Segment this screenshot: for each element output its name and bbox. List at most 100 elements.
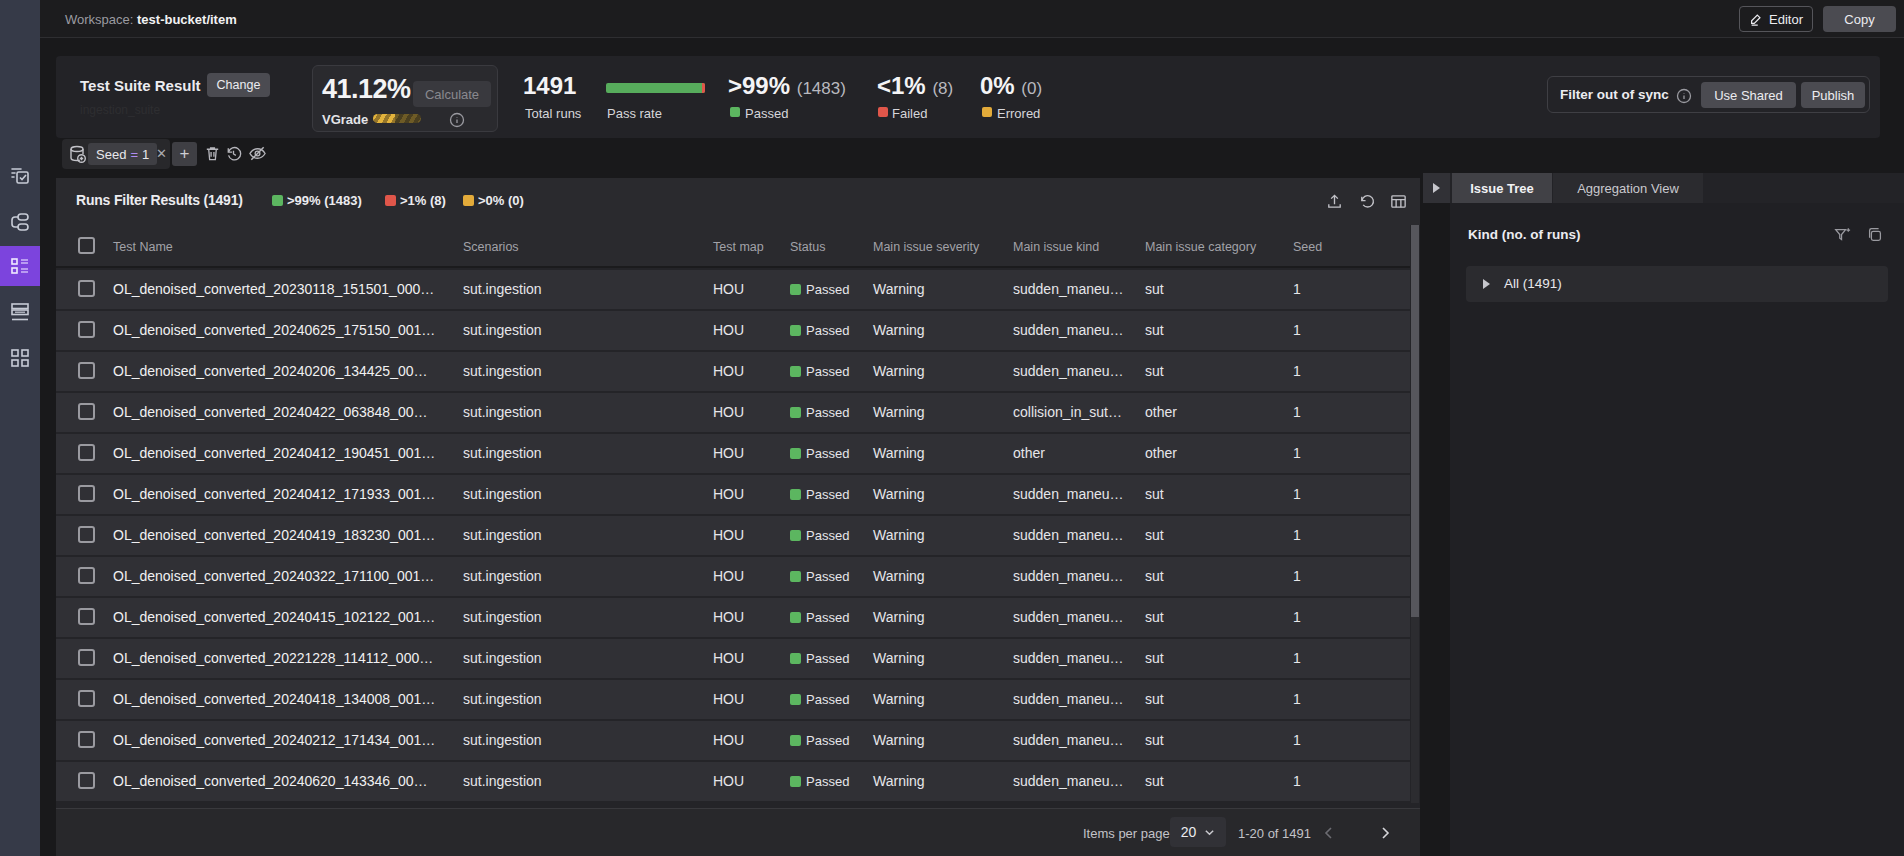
tab-aggregation-view[interactable]: Aggregation View (1553, 173, 1703, 203)
cell-kind: sudden_maneu… (1013, 281, 1124, 297)
pipeline-icon[interactable] (8, 210, 32, 234)
col-seed[interactable]: Seed (1293, 240, 1322, 254)
add-filter-button[interactable]: + (172, 142, 197, 166)
copy-button[interactable]: Copy (1823, 6, 1896, 32)
row-checkbox[interactable] (78, 280, 95, 297)
left-sidebar (0, 0, 40, 856)
grid-icon[interactable] (8, 346, 32, 370)
table-row[interactable]: OL_denoised_converted_20240625_175150_00… (56, 311, 1410, 350)
collapse-panel-button[interactable] (1423, 173, 1450, 203)
change-button[interactable]: Change (207, 73, 270, 97)
undo-icon[interactable] (1357, 192, 1376, 211)
table-row[interactable]: OL_denoised_converted_20240419_183230_00… (56, 516, 1410, 555)
row-checkbox[interactable] (78, 772, 95, 789)
table-row[interactable]: OL_denoised_converted_20240412_171933_00… (56, 475, 1410, 514)
prev-page-icon[interactable] (1320, 824, 1338, 842)
use-shared-button[interactable]: Use Shared (1701, 82, 1796, 108)
col-main-issue-kind[interactable]: Main issue kind (1013, 240, 1099, 254)
col-test-name[interactable]: Test Name (113, 240, 173, 254)
table-row[interactable]: OL_denoised_converted_20240212_171434_00… (56, 721, 1410, 760)
cell-category: other (1145, 445, 1177, 461)
select-all-checkbox[interactable] (78, 237, 95, 254)
delete-filters-icon[interactable] (203, 144, 222, 163)
row-checkbox[interactable] (78, 567, 95, 584)
info-icon[interactable] (449, 112, 465, 128)
row-checkbox[interactable] (78, 608, 95, 625)
col-main-issue-severity[interactable]: Main issue severity (873, 240, 979, 254)
row-checkbox[interactable] (78, 690, 95, 707)
table-row[interactable]: OL_denoised_converted_20240415_102122_00… (56, 598, 1410, 637)
cell-test-map: HOU (713, 527, 744, 543)
cell-kind: other (1013, 445, 1045, 461)
cell-test-map: HOU (713, 691, 744, 707)
row-checkbox[interactable] (78, 321, 95, 338)
info-icon[interactable] (1676, 88, 1692, 104)
cell-kind: sudden_maneu… (1013, 650, 1124, 666)
sidebar-item-active[interactable] (0, 246, 40, 286)
copy-tree-icon[interactable] (1866, 226, 1884, 244)
items-per-page-label: Items per page (1083, 826, 1170, 841)
tab-issue-tree[interactable]: Issue Tree (1452, 173, 1552, 203)
filter-chip-seed[interactable]: Seed=1 (88, 143, 157, 165)
vgrade-progress (373, 114, 421, 123)
page-size-select[interactable]: 20 (1170, 817, 1226, 847)
cell-severity: Warning (873, 650, 925, 666)
publish-button[interactable]: Publish (1801, 82, 1865, 108)
cell-test-map: HOU (713, 609, 744, 625)
table-row[interactable]: OL_denoised_converted_20240322_171100_00… (56, 557, 1410, 596)
cell-category: sut (1145, 527, 1164, 543)
status-passed-square (790, 530, 801, 541)
next-page-icon[interactable] (1376, 824, 1394, 842)
tree-node-all[interactable]: All (1491) (1466, 266, 1888, 302)
col-scenarios[interactable]: Scenarios (463, 240, 519, 254)
table-row[interactable]: OL_denoised_converted_20221228_114112_00… (56, 639, 1410, 678)
row-checkbox[interactable] (78, 526, 95, 543)
remove-chip-icon[interactable]: ✕ (156, 146, 168, 162)
cell-severity: Warning (873, 527, 925, 543)
filter-add-icon[interactable] (1833, 226, 1851, 244)
col-status[interactable]: Status (790, 240, 825, 254)
status-passed-square (790, 366, 801, 377)
cell-scenario: sut.ingestion (463, 732, 542, 748)
table-row[interactable]: OL_denoised_converted_20240206_134425_00… (56, 352, 1410, 391)
table-row[interactable]: OL_denoised_converted_20240620_143346_00… (56, 762, 1410, 801)
row-checkbox[interactable] (78, 485, 95, 502)
cell-test-map: HOU (713, 650, 744, 666)
cell-scenario: sut.ingestion (463, 363, 542, 379)
table-row[interactable]: OL_denoised_converted_20240412_190451_00… (56, 434, 1410, 473)
table-row[interactable]: OL_denoised_converted_20240418_134008_00… (56, 680, 1410, 719)
col-main-issue-category[interactable]: Main issue category (1145, 240, 1256, 254)
cell-test-name: OL_denoised_converted_20230118_151501_00… (113, 281, 434, 297)
passed-value: >99% (1483) (728, 72, 846, 100)
cell-seed: 1 (1293, 445, 1301, 461)
export-icon[interactable] (1325, 192, 1344, 211)
cell-status: Passed (806, 569, 849, 584)
kind-runs-label: Kind (no. of runs) (1468, 227, 1580, 242)
cell-category: sut (1145, 281, 1164, 297)
row-checkbox[interactable] (78, 444, 95, 461)
col-test-map[interactable]: Test map (713, 240, 764, 254)
row-checkbox[interactable] (78, 649, 95, 666)
table-icon[interactable] (1389, 192, 1408, 211)
rows-icon[interactable] (8, 300, 32, 324)
cell-scenario: sut.ingestion (463, 773, 542, 789)
row-checkbox[interactable] (78, 362, 95, 379)
status-passed-square (790, 489, 801, 500)
table-row[interactable]: OL_denoised_converted_20240422_063848_00… (56, 393, 1410, 432)
cell-category: sut (1145, 732, 1164, 748)
vertical-scrollbar[interactable] (1410, 225, 1420, 803)
filter-chip-group: Seed=1 ✕ (62, 139, 170, 169)
row-checkbox[interactable] (78, 731, 95, 748)
row-checkbox[interactable] (78, 403, 95, 420)
history-icon[interactable] (224, 144, 243, 163)
cell-test-name: OL_denoised_converted_20240419_183230_00… (113, 527, 435, 543)
cell-seed: 1 (1293, 322, 1301, 338)
cell-seed: 1 (1293, 486, 1301, 502)
calculate-button[interactable]: Calculate (413, 81, 491, 107)
cell-severity: Warning (873, 281, 925, 297)
table-row[interactable]: OL_denoised_converted_20230118_151501_00… (56, 270, 1410, 309)
cell-category: sut (1145, 773, 1164, 789)
eye-off-icon[interactable] (248, 144, 267, 163)
test-report-icon[interactable] (8, 164, 32, 188)
editor-button[interactable]: Editor (1739, 6, 1813, 32)
